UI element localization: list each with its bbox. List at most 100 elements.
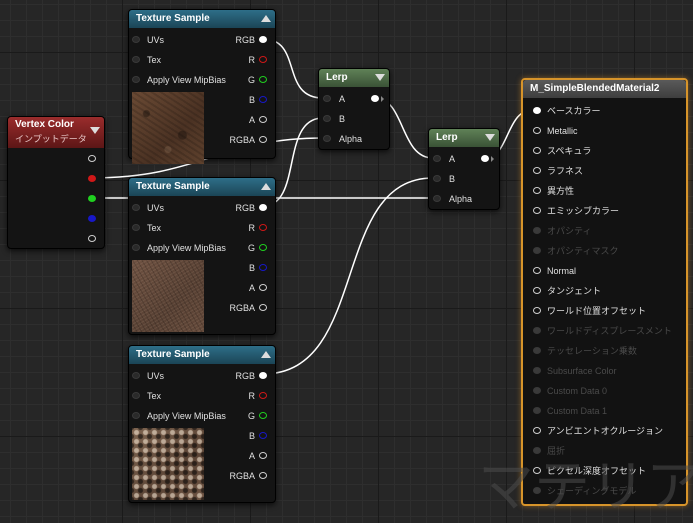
input-apply-view-mipbias[interactable]: Apply View MipBias bbox=[132, 241, 226, 255]
output-rgb-pin[interactable] bbox=[259, 204, 267, 211]
collapse-arrow-icon[interactable] bbox=[261, 183, 271, 190]
output-a-pin[interactable] bbox=[259, 116, 267, 123]
output-a-pin[interactable] bbox=[259, 452, 267, 459]
material-input-label: ベースカラー bbox=[547, 106, 601, 116]
node-header[interactable]: M_SimpleBlendedMaterial2 bbox=[523, 80, 686, 98]
output-rgba-pin[interactable] bbox=[259, 304, 267, 311]
collapse-arrow-icon[interactable] bbox=[485, 134, 495, 141]
input-b-label: B bbox=[449, 174, 456, 184]
texture-preview-pebbles bbox=[132, 428, 204, 500]
material-input-label: オパシティマスク bbox=[547, 246, 619, 256]
output-r-pin[interactable] bbox=[259, 392, 267, 399]
output-rgb-label: RGB bbox=[235, 203, 255, 213]
collapse-arrow-icon[interactable] bbox=[375, 74, 385, 81]
wire-tex3-rgb-to-lerp2-b bbox=[262, 177, 434, 375]
input-apply-view-mipbias[interactable]: Apply View MipBias bbox=[132, 73, 226, 87]
output-r-label: R bbox=[248, 223, 256, 233]
material-input-pin[interactable] bbox=[533, 167, 541, 174]
material-input-pin[interactable] bbox=[533, 287, 541, 294]
output-rgba-pin[interactable] bbox=[259, 472, 267, 479]
output-r-pin[interactable] bbox=[259, 56, 267, 63]
node-header[interactable]: Lerp bbox=[319, 69, 389, 87]
vertex-color-node[interactable]: Vertex Color インプットデータ bbox=[7, 116, 105, 249]
input-tex[interactable]: Tex bbox=[132, 221, 161, 235]
material-input-pin[interactable] bbox=[533, 147, 541, 154]
output-rgb-pin[interactable] bbox=[259, 36, 267, 43]
output-g-pin[interactable] bbox=[88, 195, 96, 202]
output-r-pin[interactable] bbox=[259, 224, 267, 231]
output-b-pin[interactable] bbox=[259, 264, 267, 271]
node-header[interactable]: Texture Sample bbox=[129, 178, 275, 196]
pin-icon[interactable] bbox=[132, 204, 140, 211]
node-header[interactable]: Lerp bbox=[429, 129, 499, 147]
material-input-row[interactable]: タンジェント bbox=[527, 284, 601, 298]
input-tex[interactable]: Tex bbox=[132, 53, 161, 67]
material-input-pin[interactable] bbox=[533, 307, 541, 314]
material-input-row[interactable]: ベースカラー bbox=[527, 104, 601, 118]
output-b-pin[interactable] bbox=[88, 215, 96, 222]
texture-sample-node-3[interactable]: Texture Sample UVs Tex Apply View MipBia… bbox=[128, 345, 276, 503]
material-input-pin[interactable] bbox=[533, 427, 541, 434]
input-a-pin[interactable] bbox=[433, 155, 441, 162]
material-input-pin[interactable] bbox=[533, 107, 541, 114]
pin-icon[interactable] bbox=[132, 392, 140, 399]
input-alpha-pin[interactable] bbox=[433, 195, 441, 202]
input-tex[interactable]: Tex bbox=[132, 389, 161, 403]
material-input-row[interactable]: ラフネス bbox=[527, 164, 583, 178]
texture-sample-node-2[interactable]: Texture Sample UVs Tex Apply View MipBia… bbox=[128, 177, 276, 335]
output-a-pin[interactable] bbox=[88, 235, 96, 242]
lerp-node-1[interactable]: Lerp A B Alpha bbox=[318, 68, 390, 150]
material-input-row[interactable]: エミッシブカラー bbox=[527, 204, 619, 218]
material-input-pin[interactable] bbox=[533, 467, 541, 474]
node-header[interactable]: Texture Sample bbox=[129, 10, 275, 28]
input-b-pin[interactable] bbox=[323, 115, 331, 122]
output-g-pin[interactable] bbox=[259, 76, 267, 83]
pin-icon[interactable] bbox=[132, 76, 140, 83]
output-g-pin[interactable] bbox=[259, 412, 267, 419]
pin-icon[interactable] bbox=[132, 56, 140, 63]
pin-icon[interactable] bbox=[132, 372, 140, 379]
material-input-row[interactable]: Normal bbox=[527, 264, 576, 278]
input-apply-view-mipbias[interactable]: Apply View MipBias bbox=[132, 409, 226, 423]
input-uvs[interactable]: UVs bbox=[132, 33, 164, 47]
input-alpha-pin[interactable] bbox=[323, 135, 331, 142]
pin-icon[interactable] bbox=[132, 224, 140, 231]
lerp-node-2[interactable]: Lerp A B Alpha bbox=[428, 128, 500, 210]
output-b-pin[interactable] bbox=[259, 432, 267, 439]
material-input-pin[interactable] bbox=[533, 267, 541, 274]
node-header[interactable]: Vertex Color インプットデータ bbox=[8, 117, 104, 148]
output-g-pin[interactable] bbox=[259, 244, 267, 251]
material-input-row[interactable]: スペキュラ bbox=[527, 144, 591, 158]
output-b-pin[interactable] bbox=[259, 96, 267, 103]
pin-icon[interactable] bbox=[132, 36, 140, 43]
collapse-arrow-icon[interactable] bbox=[90, 127, 100, 134]
output-b-label: B bbox=[248, 263, 255, 273]
pin-icon[interactable] bbox=[132, 244, 140, 251]
output-r-pin[interactable] bbox=[88, 175, 96, 182]
material-input-row[interactable]: アンビエントオクルージョン bbox=[527, 424, 663, 438]
collapse-arrow-icon[interactable] bbox=[261, 15, 271, 22]
node-header[interactable]: Texture Sample bbox=[129, 346, 275, 364]
pin-icon[interactable] bbox=[132, 412, 140, 419]
input-uvs[interactable]: UVs bbox=[132, 201, 164, 215]
material-input-row[interactable]: Metallic bbox=[527, 124, 578, 138]
output-pin[interactable] bbox=[481, 155, 489, 162]
material-input-pin[interactable] bbox=[533, 207, 541, 214]
material-input-row[interactable]: ワールド位置オフセット bbox=[527, 304, 646, 318]
texture-sample-node-1[interactable]: Texture Sample UVs Tex Apply View MipBia… bbox=[128, 9, 276, 164]
input-b-pin[interactable] bbox=[433, 175, 441, 182]
output-a-pin[interactable] bbox=[259, 284, 267, 291]
material-input-label: ワールド位置オフセット bbox=[547, 306, 647, 316]
material-input-pin[interactable] bbox=[533, 187, 541, 194]
output-rgb-pin[interactable] bbox=[88, 155, 96, 162]
output-rgb-pin[interactable] bbox=[259, 372, 267, 379]
collapse-arrow-icon[interactable] bbox=[261, 351, 271, 358]
material-result-node[interactable]: M_SimpleBlendedMaterial2 ベースカラー Metallic ス… bbox=[521, 78, 688, 506]
material-input-row[interactable]: ピクセル深度オフセット bbox=[527, 464, 646, 478]
material-input-row[interactable]: 異方性 bbox=[527, 184, 574, 198]
output-pin[interactable] bbox=[371, 95, 379, 102]
input-uvs[interactable]: UVs bbox=[132, 369, 164, 383]
output-rgba-pin[interactable] bbox=[259, 136, 267, 143]
material-input-pin[interactable] bbox=[533, 127, 541, 134]
input-a-pin[interactable] bbox=[323, 95, 331, 102]
